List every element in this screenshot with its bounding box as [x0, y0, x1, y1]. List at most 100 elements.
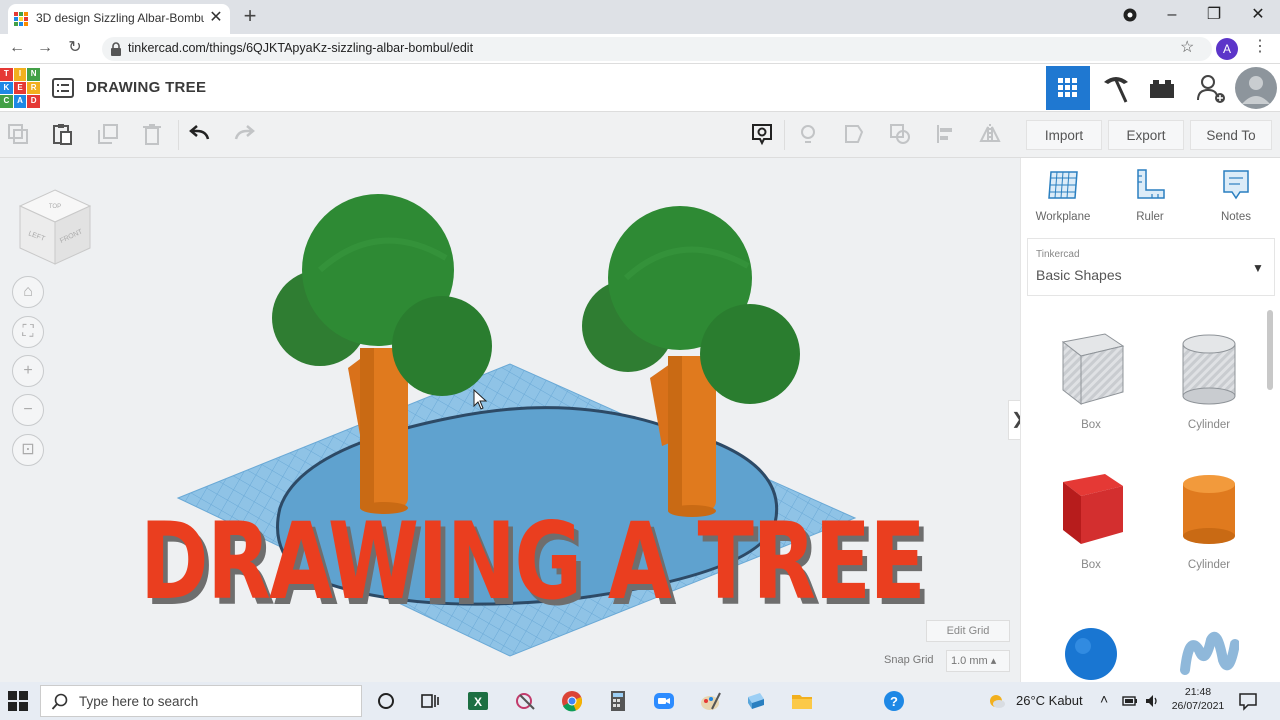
logo-letter: T — [0, 68, 13, 81]
align-icon[interactable] — [934, 122, 958, 146]
profile-avatar[interactable]: A — [1216, 38, 1238, 60]
export-button[interactable]: Export — [1108, 120, 1184, 150]
bookmark-star-icon[interactable]: ☆ — [1180, 37, 1194, 57]
delete-icon[interactable] — [140, 122, 164, 146]
design-list-icon[interactable] — [52, 78, 74, 98]
user-avatar[interactable] — [1234, 66, 1278, 110]
shape-solid-icon[interactable] — [842, 122, 866, 146]
url-field[interactable]: tinkercad.com/things/6QJKTApyaKz-sizzlin… — [102, 37, 1212, 61]
tray-chevron-icon[interactable]: ˄ — [1100, 691, 1108, 707]
shape-cylinder-hole[interactable]: Cylinder — [1161, 328, 1257, 431]
notes-visibility-icon[interactable] — [750, 122, 774, 146]
edit-toolbar — [0, 112, 1020, 158]
logo-letter: K — [0, 81, 13, 95]
logo-letter: R — [27, 81, 40, 95]
scribble-shape-icon[interactable] — [1179, 630, 1239, 682]
toolbar-divider — [178, 120, 179, 150]
snap-grid-select[interactable]: 1.0 mm ▴ — [946, 650, 1010, 672]
new-tab-button[interactable]: + — [240, 3, 260, 29]
design-title[interactable]: DRAWING TREE — [86, 79, 206, 96]
pickaxe-icon[interactable] — [1094, 66, 1138, 110]
group-icon[interactable] — [888, 122, 912, 146]
duplicate-icon[interactable] — [96, 122, 120, 146]
tinkercad-logo[interactable]: T I N K E R C A D — [0, 68, 40, 108]
shape-label: Box — [1081, 419, 1101, 431]
tab-close-icon[interactable]: ✕ — [206, 7, 226, 27]
windows-start-icon[interactable] — [8, 691, 28, 711]
3d-view-button[interactable] — [1046, 66, 1090, 110]
help-icon[interactable]: ? — [882, 689, 906, 713]
close-window-button[interactable]: ✕ — [1244, 2, 1272, 30]
send-to-button[interactable]: Send To — [1190, 120, 1272, 150]
shape-box[interactable]: Box — [1043, 468, 1139, 571]
zoom-in-icon[interactable]: + — [12, 355, 44, 387]
logo-letter: A — [13, 95, 27, 108]
cube-app-icon[interactable] — [744, 689, 768, 713]
notes-tool[interactable]: Notes — [1201, 168, 1271, 223]
fit-view-icon[interactable]: ⛶ — [12, 316, 44, 348]
redo-icon[interactable] — [232, 122, 256, 146]
panel-scrollbar[interactable] — [1267, 310, 1273, 390]
zoom-out-icon[interactable]: − — [12, 394, 44, 426]
ruler-tool[interactable]: Ruler — [1115, 168, 1185, 223]
clock-time: 21:48 — [1184, 686, 1212, 698]
snipping-tool-icon[interactable] — [514, 689, 538, 713]
cortana-icon[interactable] — [374, 689, 398, 713]
windows-taskbar: Type here to search X ? 26°C Kabut ˄ 21:… — [0, 682, 1280, 720]
shape-box-hole[interactable]: Box — [1043, 328, 1139, 431]
forward-button[interactable]: → — [34, 37, 56, 59]
bricks-icon[interactable] — [1140, 66, 1184, 110]
browser-menu-icon[interactable]: ⋮ — [1252, 36, 1268, 56]
file-explorer-icon[interactable] — [790, 689, 814, 713]
calculator-icon[interactable] — [606, 689, 630, 713]
task-view-icon[interactable] — [418, 689, 442, 713]
view-cube[interactable]: TOP LEFT FRONT — [14, 186, 96, 268]
lock-icon — [111, 42, 121, 56]
minimize-button[interactable]: – — [1158, 2, 1186, 30]
home-view-icon[interactable]: ⌂ — [12, 276, 44, 308]
copy-icon[interactable] — [6, 122, 30, 146]
record-icon[interactable] — [1116, 2, 1144, 30]
tinkercad-favicon-icon — [14, 12, 28, 26]
zoom-icon[interactable] — [652, 689, 676, 713]
restore-button[interactable]: ❐ — [1200, 2, 1228, 30]
sphere-shape-icon[interactable] — [1061, 620, 1121, 680]
battery-icon[interactable] — [1122, 694, 1138, 708]
paint-icon[interactable] — [698, 689, 722, 713]
ruler-icon — [1137, 169, 1165, 199]
volume-icon[interactable] — [1144, 693, 1160, 709]
notifications-icon[interactable] — [1238, 691, 1258, 711]
chrome-icon[interactable] — [560, 689, 584, 713]
add-user-icon[interactable] — [1188, 66, 1232, 110]
logo-letter: D — [27, 95, 40, 108]
weather-icon — [990, 695, 1005, 708]
reload-button[interactable]: ↻ — [64, 37, 86, 59]
dropdown-caret-icon: ▼ — [1252, 261, 1264, 275]
browser-tab[interactable]: 3D design Sizzling Albar-Bombul ✕ — [8, 4, 230, 34]
svg-text:X: X — [474, 695, 482, 709]
undo-icon[interactable] — [188, 122, 212, 146]
tab-title: 3D design Sizzling Albar-Bombul — [36, 11, 204, 25]
perspective-icon[interactable]: ⊡ — [12, 434, 44, 466]
lightbulb-icon[interactable] — [796, 122, 820, 146]
paste-icon[interactable] — [50, 122, 74, 146]
import-button[interactable]: Import — [1026, 120, 1102, 150]
shape-library-select[interactable]: Tinkercad Basic Shapes ▼ — [1027, 238, 1275, 296]
workplane-tool[interactable]: Workplane — [1028, 168, 1098, 223]
mirror-icon[interactable] — [978, 122, 1002, 146]
clock[interactable]: 21:48 26/07/2021 — [1168, 685, 1228, 713]
notes-icon — [1223, 170, 1249, 200]
search-icon — [51, 693, 68, 710]
edit-grid-button[interactable]: Edit Grid — [926, 620, 1010, 642]
logo-letter: N — [27, 68, 40, 81]
shape-cylinder[interactable]: Cylinder — [1161, 468, 1257, 571]
workplane-label: Workplane — [1035, 211, 1091, 223]
taskbar-search[interactable]: Type here to search — [40, 685, 362, 717]
search-placeholder: Type here to search — [79, 694, 199, 709]
excel-icon[interactable]: X — [466, 689, 490, 713]
shape-library-source: Tinkercad — [1036, 249, 1080, 260]
back-button[interactable]: ← — [6, 37, 28, 59]
weather-text[interactable]: 26°C Kabut — [1016, 693, 1083, 708]
cylinder-icon — [1183, 475, 1235, 544]
clock-date: 26/07/2021 — [1171, 700, 1225, 712]
